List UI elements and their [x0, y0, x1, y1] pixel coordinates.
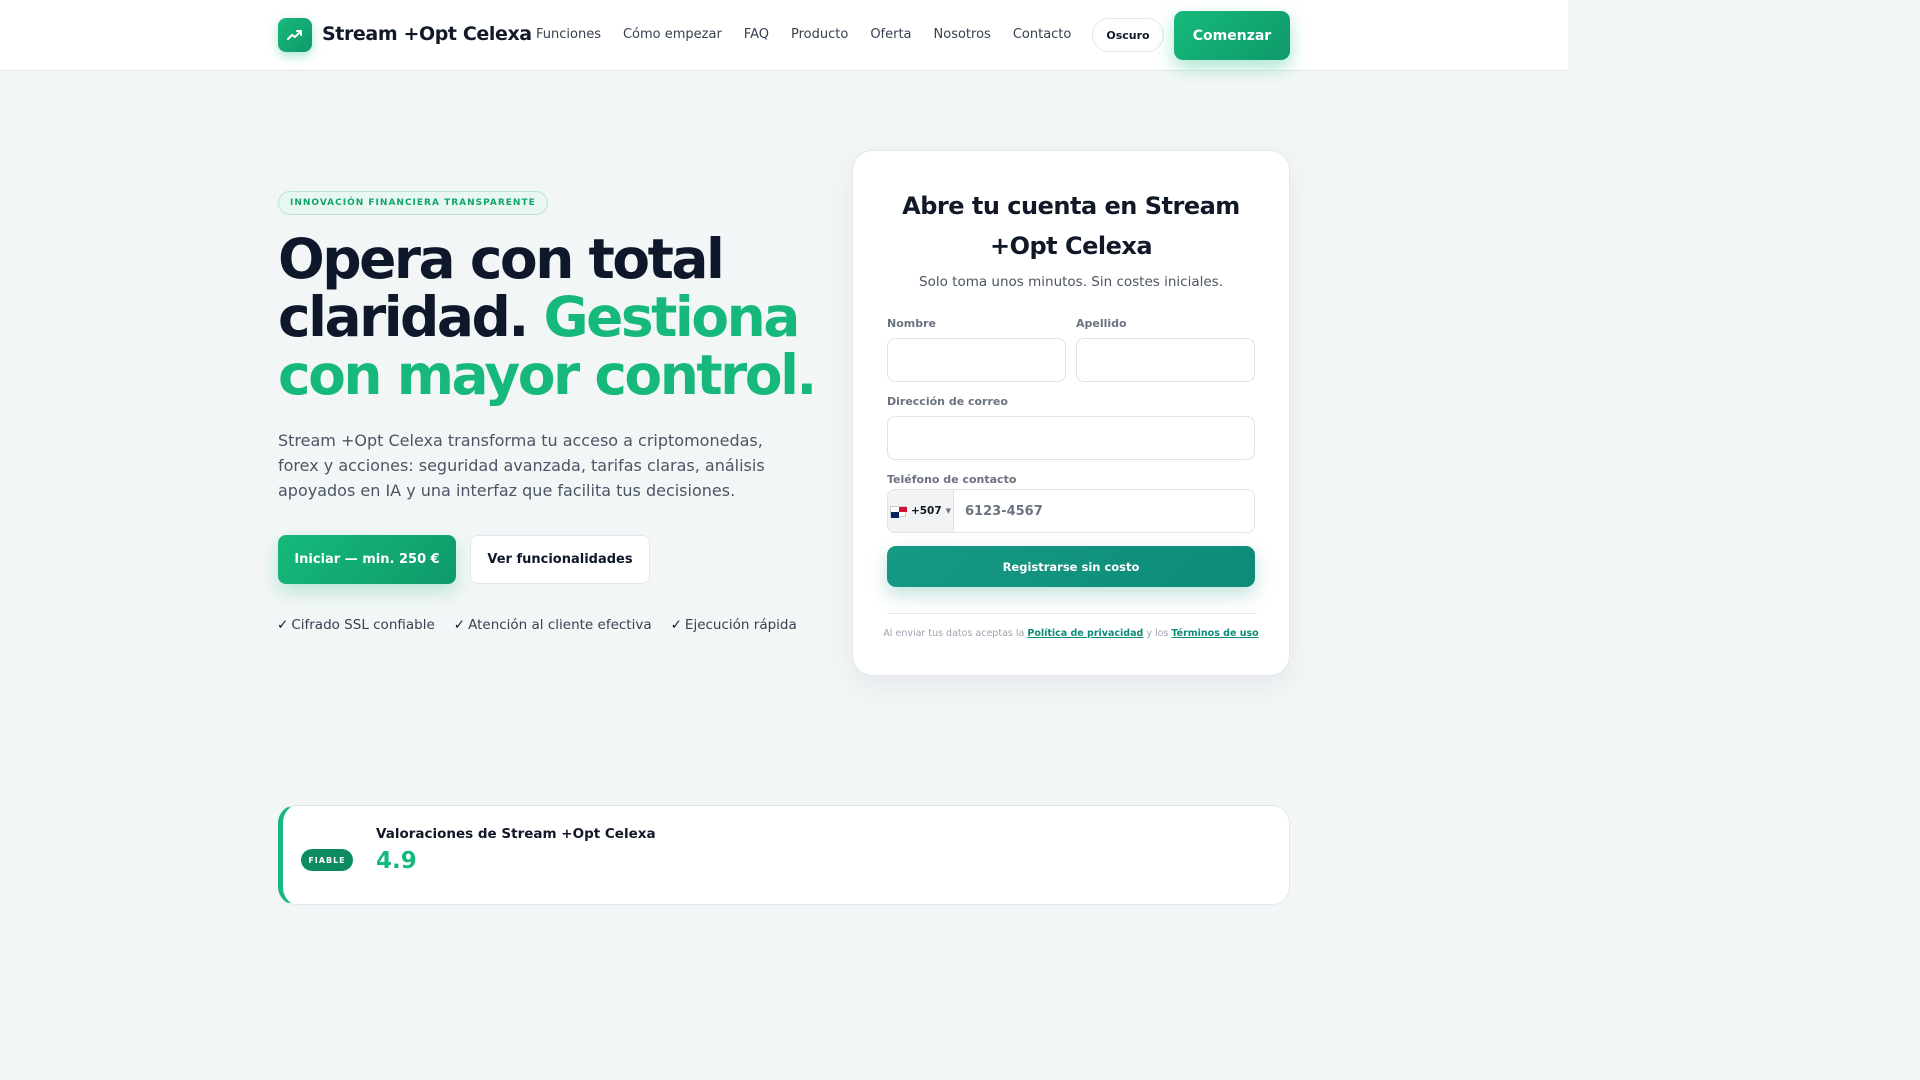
country-code-select[interactable]: +507 ▼: [888, 490, 954, 532]
nav-link-funciones[interactable]: Funciones: [536, 27, 601, 42]
phone-label: Teléfono de contacto: [887, 473, 1017, 486]
last-name-input[interactable]: [1076, 338, 1255, 382]
feature-label: Atención al cliente efectiva: [468, 617, 652, 633]
ratings-title: Valoraciones de Stream +Opt Celexa: [376, 826, 656, 842]
brand-name[interactable]: Stream +Opt Celexa: [322, 23, 532, 45]
nav-link-faq[interactable]: FAQ: [744, 27, 769, 42]
trust-badge: FIABLE: [301, 849, 353, 871]
headline-part-1: Opera con total: [278, 227, 725, 291]
country-code: +507: [910, 505, 942, 517]
nav-links: Funciones Cómo empezar FAQ Producto Ofer…: [536, 27, 1093, 42]
nav-link-nosotros[interactable]: Nosotros: [934, 27, 991, 42]
check-icon: ✓: [670, 617, 682, 633]
email-label: Dirección de correo: [887, 395, 1008, 408]
nav-link-oferta[interactable]: Oferta: [870, 27, 911, 42]
check-icon: ✓: [277, 617, 289, 633]
hero-headline: Opera con total claridad. Gestiona con m…: [278, 230, 818, 404]
chevron-down-icon: ▼: [945, 507, 952, 515]
phone-input[interactable]: [954, 490, 1254, 532]
hero-description: Stream +Opt Celexa transforma tu acceso …: [278, 431, 765, 500]
first-name-label: Nombre: [887, 317, 936, 330]
feature-item: ✓ Atención al cliente efectiva: [454, 617, 652, 633]
panama-flag-icon: [889, 505, 907, 518]
legal-notice: Al enviar tus datos aceptas la Política …: [878, 628, 1264, 639]
theme-toggle-button[interactable]: Oscuro: [1092, 18, 1164, 52]
first-name-input[interactable]: [887, 338, 1066, 382]
headline-part-2: claridad.: [278, 285, 529, 349]
ratings-card: [278, 805, 1290, 905]
view-features-button[interactable]: Ver funcionalidades: [470, 535, 650, 584]
nav-link-producto[interactable]: Producto: [791, 27, 848, 42]
feature-label: Ejecución rápida: [684, 617, 797, 633]
trend-up-icon: [287, 30, 302, 40]
last-name-label: Apellido: [1076, 317, 1127, 330]
hero-badge: INNOVACIÓN FINANCIERA TRANSPARENTE: [278, 191, 548, 215]
legal-mid: y los: [1146, 628, 1169, 639]
feature-list: ✓ Cifrado SSL confiable ✓ Atención al clie…: [277, 617, 816, 633]
form-title: Abre tu cuenta en Stream +Opt Celexa: [902, 192, 1240, 260]
terms-of-use-link[interactable]: Términos de uso: [1171, 628, 1258, 639]
headline-part-3: Gestiona: [543, 285, 800, 349]
legal-prefix: Al enviar tus datos aceptas la: [883, 628, 1025, 639]
nav-link-como-empezar[interactable]: Cómo empezar: [623, 27, 722, 42]
phone-field: +507 ▼: [887, 489, 1255, 533]
register-button[interactable]: Registrarse sin costo: [887, 546, 1255, 587]
form-divider: [887, 613, 1255, 614]
feature-item: ✓ Cifrado SSL confiable: [277, 617, 435, 633]
logo-icon[interactable]: [278, 18, 312, 52]
email-input[interactable]: [887, 416, 1255, 460]
ratings-score: 4.9: [376, 848, 417, 874]
feature-label: Cifrado SSL confiable: [291, 617, 435, 633]
start-min-deposit-button[interactable]: Iniciar — min. 250 €: [278, 535, 456, 584]
headline-part-4: con mayor control.: [278, 343, 817, 407]
privacy-policy-link[interactable]: Política de privacidad: [1027, 628, 1143, 639]
check-icon: ✓: [453, 617, 466, 633]
top-navbar: Stream +Opt Celexa Funciones Cómo empeza…: [0, 0, 1568, 71]
feature-item: ✓ Ejecución rápida: [671, 617, 797, 633]
nav-link-contacto[interactable]: Contacto: [1013, 27, 1072, 42]
start-button[interactable]: Comenzar: [1174, 11, 1290, 60]
form-subtitle: Solo toma unos minutos. Sin costes inici…: [919, 274, 1223, 290]
